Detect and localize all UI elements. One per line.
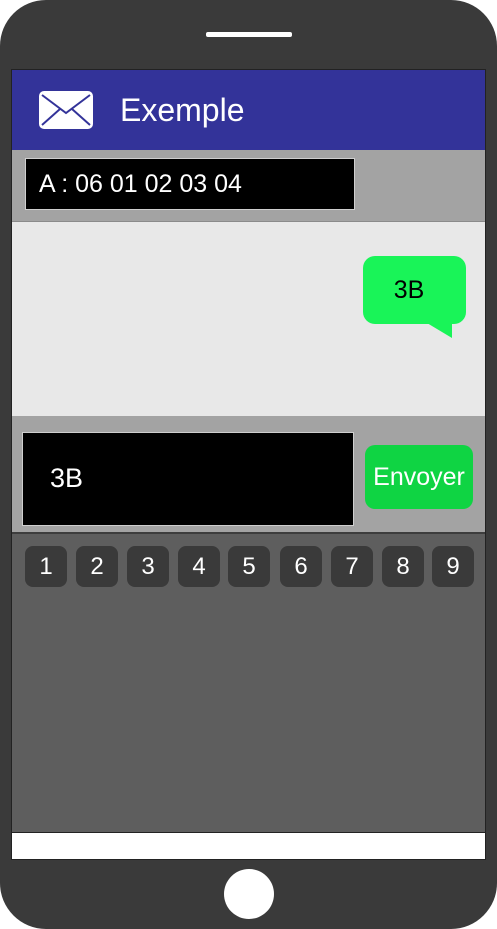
- send-button[interactable]: Envoyer: [365, 445, 473, 509]
- key-4[interactable]: 4: [178, 546, 220, 587]
- speaker-grille: [206, 32, 292, 37]
- keypad: 1 2 3 4 5 6 7 8 9: [12, 534, 485, 832]
- key-3[interactable]: 3: [127, 546, 169, 587]
- key-2[interactable]: 2: [76, 546, 118, 587]
- conversation-area: 3B: [12, 222, 485, 416]
- key-8[interactable]: 8: [382, 546, 424, 587]
- recipient-field[interactable]: A : 06 01 02 03 04: [25, 158, 355, 210]
- phone-screen: Exemple A : 06 01 02 03 04 3B 3B Envoyer…: [11, 69, 486, 860]
- app-title: Exemple: [120, 92, 245, 128]
- key-5[interactable]: 5: [228, 546, 270, 587]
- message-bubble: 3B: [363, 256, 466, 324]
- phone-frame: Exemple A : 06 01 02 03 04 3B 3B Envoyer…: [0, 0, 497, 929]
- key-1[interactable]: 1: [25, 546, 67, 587]
- envelope-icon: [38, 90, 94, 130]
- home-button[interactable]: [224, 869, 274, 919]
- key-9[interactable]: 9: [432, 546, 474, 587]
- recipient-bar: A : 06 01 02 03 04: [12, 150, 485, 222]
- key-6[interactable]: 6: [280, 546, 322, 587]
- compose-bar: 3B Envoyer: [12, 416, 485, 534]
- app-header: Exemple: [12, 70, 485, 150]
- message-text: 3B: [393, 276, 425, 304]
- key-7[interactable]: 7: [331, 546, 373, 587]
- bottom-strip: [12, 832, 485, 859]
- bubble-tail: [422, 320, 452, 338]
- message-input[interactable]: 3B: [22, 432, 354, 526]
